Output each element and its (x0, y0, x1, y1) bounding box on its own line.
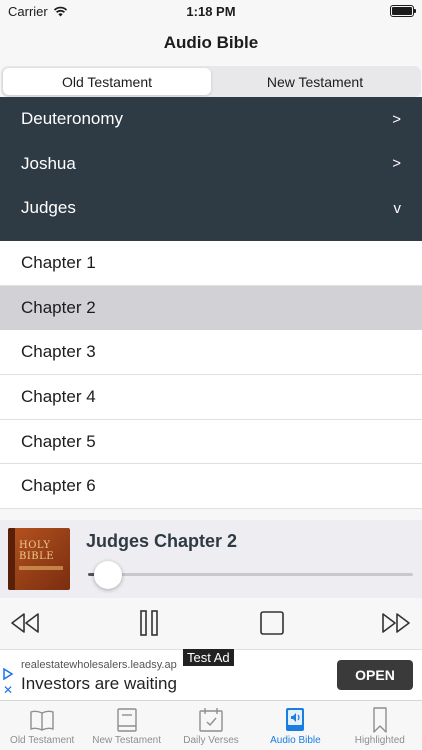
fast-forward-button[interactable] (380, 608, 412, 638)
chapter-row-selected[interactable]: Chapter 2 (0, 285, 422, 331)
playback-controls (0, 598, 422, 648)
tab-label: Old Testament (10, 735, 75, 746)
chapter-row[interactable]: Chapter 3 (0, 330, 422, 376)
chapter-label: Chapter 5 (21, 431, 96, 451)
tab-label: Daily Verses (183, 735, 239, 746)
tab-label: Audio Bible (270, 735, 321, 746)
chapter-label: Chapter 2 (21, 297, 96, 317)
segment-new-testament[interactable]: New Testament (211, 68, 419, 95)
clock: 1:18 PM (186, 4, 236, 19)
book-name: Judges (21, 198, 76, 218)
segment-old-testament[interactable]: Old Testament (3, 68, 211, 95)
tab-daily-verses[interactable]: Daily Verses (169, 701, 253, 750)
pause-icon (140, 610, 158, 636)
audio-book-icon (286, 708, 305, 731)
stop-icon (260, 611, 284, 635)
rewind-icon (11, 613, 39, 633)
book-row-judges[interactable]: Judges v (0, 186, 422, 231)
book-name: Deuteronomy (21, 109, 124, 129)
cover-title: HOLY BIBLE (19, 540, 55, 562)
ad-headline: Investors are waiting (21, 674, 177, 693)
chapter-label: Chapter 3 (21, 342, 96, 362)
chevron-down-icon: v (393, 199, 402, 217)
chapter-label: Chapter 1 (21, 252, 96, 272)
battery-icon (390, 5, 416, 17)
chapter-row[interactable]: Chapter 4 (0, 375, 422, 420)
tab-label: New Testament (92, 735, 161, 746)
status-bar: Carrier 1:18 PM (0, 0, 422, 22)
ad-banner[interactable]: ✕ realestatewholesalers.leadsy.ap Invest… (0, 649, 422, 700)
book-name: Joshua (21, 153, 76, 173)
tab-old-testament[interactable]: Old Testament (0, 701, 84, 750)
chapter-row[interactable]: Chapter 6 (0, 464, 422, 510)
ad-open-button[interactable]: OPEN (337, 660, 413, 690)
rewind-button[interactable] (9, 608, 41, 638)
bookmark-icon (373, 707, 387, 733)
now-playing-bar: HOLY BIBLE Judges Chapter 2 (0, 520, 422, 598)
chapter-list: Chapter 1 Chapter 2 Chapter 3 Chapter 4 … (0, 241, 422, 510)
now-playing-title: Judges Chapter 2 (86, 531, 238, 551)
open-book-icon (30, 710, 54, 731)
book-row-joshua[interactable]: Joshua > (0, 142, 422, 187)
testament-segmented-control: Old Testament New Testament (1, 66, 421, 97)
tab-new-testament[interactable]: New Testament (84, 701, 168, 750)
progress-slider-thumb[interactable] (93, 561, 122, 589)
test-ad-badge: Test Ad (183, 649, 234, 666)
ad-url: realestatewholesalers.leadsy.ap (21, 659, 177, 671)
chapter-row[interactable]: Chapter 1 (0, 241, 422, 286)
calendar-check-icon (199, 708, 223, 732)
book-row-deuteronomy[interactable]: Deuteronomy > (0, 97, 422, 142)
book-list: Deuteronomy > Joshua > Judges v (0, 97, 422, 241)
progress-track[interactable] (100, 573, 413, 576)
tab-label: Highlighted (354, 735, 405, 746)
book-icon (116, 708, 137, 732)
chevron-right-icon: > (392, 155, 401, 173)
page-title: Audio Bible (163, 33, 259, 52)
chapter-label: Chapter 6 (21, 476, 96, 496)
ad-choices-icon[interactable] (2, 668, 14, 680)
pause-button[interactable] (133, 608, 165, 638)
tab-highlighted[interactable]: Highlighted (338, 701, 422, 750)
tab-audio-bible[interactable]: Audio Bible (253, 701, 337, 750)
ad-close-icon[interactable]: ✕ (3, 683, 13, 697)
fast-forward-icon (382, 613, 410, 633)
chapter-row[interactable]: Chapter 5 (0, 420, 422, 465)
chevron-right-icon: > (392, 110, 401, 128)
chapter-label: Chapter 4 (21, 386, 96, 406)
album-cover: HOLY BIBLE (8, 528, 70, 590)
tab-bar: Old Testament New Testament Daily Verses… (0, 700, 422, 750)
stop-button[interactable] (256, 608, 288, 638)
